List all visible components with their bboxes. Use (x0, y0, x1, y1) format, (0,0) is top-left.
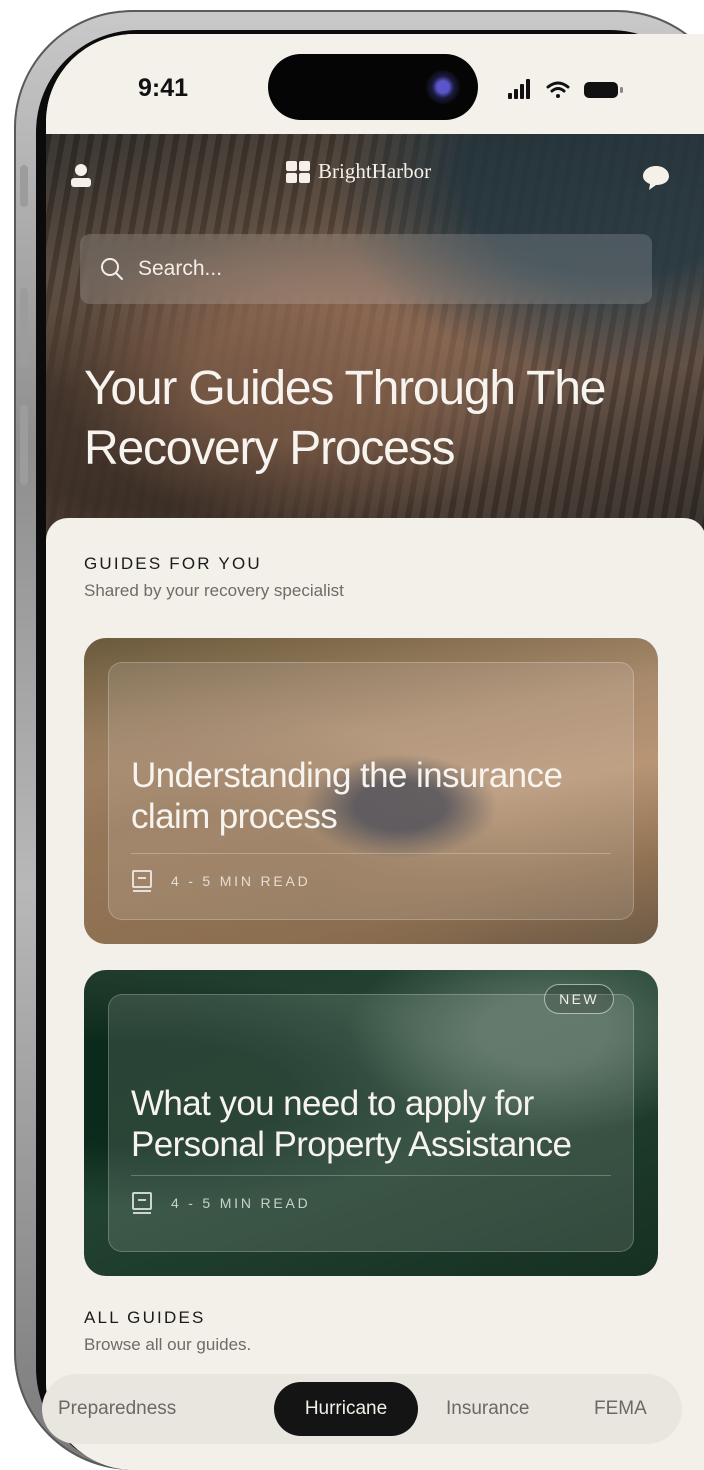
card-overlay: What you need to apply for Personal Prop… (108, 994, 634, 1252)
hero-title: Your Guides Through The Recovery Process (84, 362, 606, 475)
screen: 9:41 BrightHarbor Search... Your Guides … (46, 34, 704, 1470)
new-badge: NEW (544, 984, 614, 1014)
dynamic-island (268, 54, 478, 120)
guide-card[interactable]: Understanding the insurance claim proces… (84, 638, 658, 944)
hero-image (46, 134, 704, 574)
status-icons (508, 78, 638, 107)
action-button (20, 165, 28, 207)
brand-name: BrightHarbor (318, 159, 432, 183)
tab-preparedness[interactable]: Preparedness (42, 1382, 192, 1436)
brand-logo: BrightHarbor (286, 159, 431, 184)
chat-icon[interactable] (642, 165, 670, 191)
search-bar[interactable] (80, 234, 652, 304)
card-title: Understanding the insurance claim proces… (131, 756, 563, 836)
search-input[interactable] (136, 256, 580, 282)
card-title: What you need to apply for Personal Prop… (131, 1084, 572, 1164)
tab-insurance[interactable]: Insurance (430, 1382, 545, 1436)
card-divider (131, 1175, 611, 1176)
tab-fema[interactable]: FEMA (578, 1382, 663, 1436)
search-icon (101, 258, 123, 280)
read-time: 4 - 5 MIN READ (171, 873, 311, 889)
category-tabs: Preparedness Hurricane Insurance FEMA (42, 1374, 682, 1444)
volume-down-button (20, 405, 28, 485)
top-nav: BrightHarbor (46, 159, 704, 199)
signal-icon (508, 79, 530, 99)
card-overlay: Understanding the insurance claim proces… (108, 662, 634, 920)
wifi-icon (546, 81, 570, 98)
book-icon (132, 1192, 152, 1214)
all-guides-title: ALL GUIDES (84, 1308, 206, 1327)
card-meta: 4 - 5 MIN READ (131, 1191, 311, 1215)
camera-icon (426, 70, 460, 104)
volume-up-button (20, 288, 28, 368)
tab-hurricane[interactable]: Hurricane (274, 1382, 418, 1436)
card-divider (131, 853, 611, 854)
guide-card[interactable]: What you need to apply for Personal Prop… (84, 970, 658, 1276)
book-icon (132, 870, 152, 892)
card-meta: 4 - 5 MIN READ (131, 869, 311, 893)
battery-icon (584, 82, 623, 98)
all-guides-subtitle: Browse all our guides. (84, 1335, 252, 1354)
profile-icon[interactable] (70, 163, 92, 187)
read-time: 4 - 5 MIN READ (171, 1195, 311, 1211)
status-bar: 9:41 (46, 34, 704, 134)
brand-mark-icon (286, 160, 310, 183)
guides-for-you-title: GUIDES FOR YOU (84, 554, 262, 573)
guides-for-you-subtitle: Shared by your recovery specialist (84, 581, 344, 600)
content-panel: GUIDES FOR YOU Shared by your recovery s… (46, 518, 704, 1470)
status-time: 9:41 (138, 74, 189, 102)
